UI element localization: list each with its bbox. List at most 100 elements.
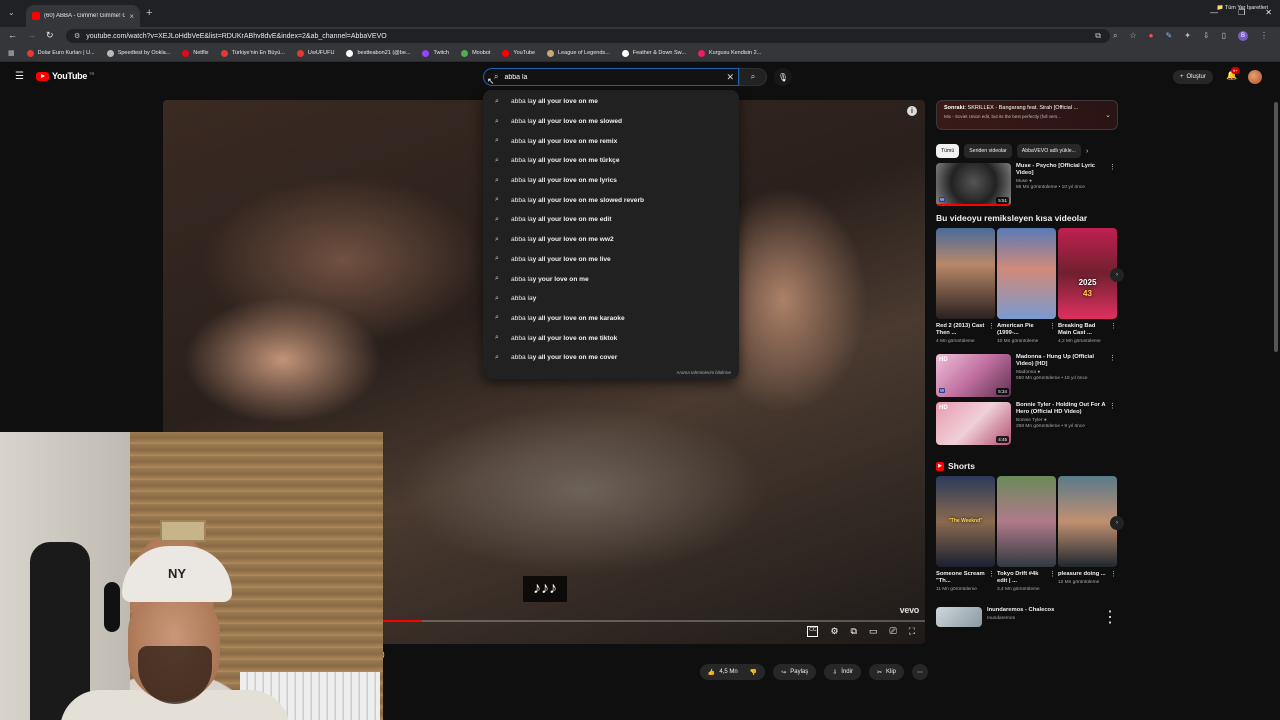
video-title[interactable]: Bonnie Tyler - Holding Out For A Hero (O… bbox=[1016, 402, 1118, 416]
search-suggestion[interactable]: ⌕ abba lay all your love on me edit bbox=[483, 210, 739, 230]
zoom-icon[interactable]: ⌕ bbox=[1113, 31, 1117, 41]
related-video-bonnie-tyler[interactable]: HD 4:45 Bonnie Tyler - Holding Out For A… bbox=[936, 402, 1118, 445]
more-vert-icon[interactable]: ⋮ bbox=[988, 323, 995, 337]
chip-all[interactable]: Tümü bbox=[936, 144, 960, 158]
search-suggestion[interactable]: ⌕ abba lay bbox=[483, 289, 739, 309]
report-predictions-link[interactable]: Arama tahminlerini bildirme bbox=[676, 370, 731, 375]
profile-avatar[interactable]: B bbox=[1238, 31, 1248, 41]
chip-uploads[interactable]: AbbaVEVO adlı yükle... bbox=[1016, 144, 1081, 158]
voice-search-button[interactable]: 🎙 bbox=[774, 68, 792, 86]
tab-close-icon[interactable]: × bbox=[129, 12, 134, 21]
video-thumbnail[interactable]: W 5:51 bbox=[936, 163, 1011, 206]
more-vert-icon[interactable]: ⋮ bbox=[988, 571, 995, 585]
more-vert-icon[interactable]: ⋮ bbox=[1049, 323, 1056, 337]
fullscreen-icon[interactable]: ⛶ bbox=[909, 626, 915, 637]
clip-button[interactable]: ✂ Klip bbox=[868, 664, 904, 680]
search-suggestion[interactable]: ⌕ abba lay all your love on me türkçe bbox=[483, 151, 739, 171]
search-suggestion[interactable]: ⌕ abba lay all your love on me cover bbox=[483, 348, 739, 368]
video-thumbnail[interactable] bbox=[936, 607, 982, 627]
more-actions-button[interactable]: ⋯ bbox=[912, 664, 928, 680]
video-title[interactable]: Madonna - Hung Up (Official Video) [HD] bbox=[1016, 354, 1118, 368]
extension-red-icon[interactable]: ● bbox=[1149, 31, 1154, 41]
theater-mode-icon[interactable]: ▭ bbox=[869, 626, 878, 637]
chevron-right-icon[interactable]: › bbox=[1086, 148, 1088, 155]
downloads-icon[interactable]: ⇩ bbox=[1203, 31, 1210, 41]
bookmark-item[interactable]: Dolar Euro Kurları | U... bbox=[26, 49, 95, 57]
settings-gear-icon[interactable]: ⚙ bbox=[830, 626, 838, 637]
shelf-next-arrow-icon[interactable]: › bbox=[1110, 516, 1124, 530]
browser-menu-icon[interactable]: ⋮ bbox=[1260, 31, 1268, 41]
browser-tab-active[interactable]: (60) ABBA - Gimme! Gimme! G... × bbox=[26, 5, 140, 27]
bookmark-item[interactable]: Twitch bbox=[422, 49, 449, 57]
bookmark-item[interactable]: League of Legends... bbox=[547, 49, 610, 57]
up-next-mix[interactable]: Sonraki: SKRILLEX - Bangarang feat. Sira… bbox=[936, 100, 1118, 130]
reload-icon[interactable]: ↻ bbox=[46, 30, 54, 41]
bookmark-item[interactable]: bestteabon21 (@be... bbox=[346, 49, 410, 57]
search-suggestion[interactable]: ⌕ abba lay all your love on me bbox=[483, 92, 739, 112]
search-suggestion[interactable]: ⌕ abba lay your love on me bbox=[483, 269, 739, 289]
clear-search-icon[interactable]: ✕ bbox=[726, 72, 734, 83]
video-channel[interactable]: Inundaremos bbox=[987, 616, 1097, 621]
search-suggestion[interactable]: ⌕ abba lay all your love on me slowed bbox=[483, 112, 739, 132]
related-video-inundaremos[interactable]: Inundaremos - Chalecos Inundaremos ⋮ bbox=[936, 607, 1118, 627]
more-vert-icon[interactable]: ⋮ bbox=[1109, 163, 1116, 171]
more-vert-icon[interactable]: ⋮ bbox=[1110, 323, 1117, 337]
like-button[interactable]: 👍 4,5 Mn 👎 bbox=[699, 664, 766, 680]
sidepanel-icon[interactable]: ▯ bbox=[1222, 31, 1226, 41]
short-card[interactable]: "The Weeknd" Someone Scream "Th... ⋮ 11 M… bbox=[936, 476, 995, 593]
youtube-logo[interactable]: YouTube TR bbox=[36, 71, 94, 81]
more-vert-icon[interactable]: ⋮ bbox=[1110, 571, 1117, 578]
bookmark-item[interactable]: Feather & Down Sw... bbox=[621, 49, 686, 57]
bookmark-item[interactable]: Speedtest by Ookla... bbox=[106, 49, 170, 57]
hamburger-menu-icon[interactable]: ☰ bbox=[15, 71, 24, 82]
page-scrollbar[interactable] bbox=[1274, 102, 1278, 352]
video-title[interactable]: Muse - Psycho [Official Lyric Video] bbox=[1016, 163, 1118, 177]
bookmark-item[interactable]: Netflix bbox=[182, 49, 209, 57]
shelf-next-arrow-icon[interactable]: › bbox=[1110, 268, 1124, 282]
video-thumbnail[interactable]: HD W 5:34 bbox=[936, 354, 1011, 397]
thumbs-down-icon[interactable]: 👎 bbox=[750, 669, 757, 676]
more-vert-icon[interactable]: ⋮ bbox=[1049, 571, 1056, 585]
info-icon[interactable]: i bbox=[907, 106, 917, 116]
back-icon[interactable]: ← bbox=[8, 30, 17, 41]
miniplayer-icon[interactable]: ⧉ bbox=[851, 626, 857, 637]
create-button[interactable]: + Oluştur bbox=[1173, 70, 1213, 84]
short-thumbnail[interactable] bbox=[997, 228, 1056, 319]
more-vert-icon[interactable]: ⋮ bbox=[1109, 402, 1116, 410]
video-channel[interactable]: Madonna ● bbox=[1016, 370, 1118, 375]
video-channel[interactable]: Muse ● bbox=[1016, 179, 1118, 184]
subtitles-icon[interactable]: CC bbox=[807, 626, 819, 637]
bookmark-item[interactable]: Moobot bbox=[461, 49, 490, 57]
new-tab-icon[interactable]: + bbox=[146, 7, 152, 19]
share-button[interactable]: ↪ Paylaş bbox=[773, 664, 817, 680]
bookmark-item[interactable]: YouTube bbox=[502, 49, 535, 57]
short-thumbnail[interactable] bbox=[936, 228, 995, 319]
install-app-icon[interactable]: ⧉ bbox=[1095, 31, 1101, 41]
short-card[interactable]: Red 2 (2013) Cast Then ... ⋮ 4 Mn görüntü… bbox=[936, 228, 995, 345]
video-thumbnail[interactable]: HD 4:45 bbox=[936, 402, 1011, 445]
chevron-down-icon[interactable]: ⌄ bbox=[1105, 111, 1111, 119]
search-suggestion[interactable]: ⌕ abba lay all your love on me lyrics bbox=[483, 171, 739, 191]
tab-search-icon[interactable]: ⌄ bbox=[8, 8, 15, 17]
search-input[interactable] bbox=[504, 73, 705, 81]
short-card[interactable]: pleasure doing ... ⋮ 12 Mn görüntüleme bbox=[1058, 476, 1117, 593]
bookmark-item[interactable]: UwUFUFU bbox=[296, 49, 334, 57]
search-suggestion[interactable]: ⌕ abba lay all your love on me remix bbox=[483, 131, 739, 151]
search-suggestion[interactable]: ⌕ abba lay all your love on me slowed rev… bbox=[483, 190, 739, 210]
bookmark-item[interactable]: Türkiye'nin En Büyü... bbox=[220, 49, 285, 57]
search-suggestion[interactable]: ⌕ abba lay all your love on me ww2 bbox=[483, 230, 739, 250]
related-video-madonna[interactable]: HD W 5:34 Madonna - Hung Up (Official Vi… bbox=[936, 354, 1118, 397]
short-thumbnail[interactable]: 2025 43 bbox=[1058, 228, 1117, 319]
video-channel[interactable]: Bonnie Tyler ● bbox=[1016, 418, 1118, 423]
bookmark-item[interactable]: Kurgusu Kendisin 2... bbox=[697, 49, 761, 57]
short-thumbnail[interactable] bbox=[1058, 476, 1117, 567]
bookmark-star-icon[interactable]: ☆ bbox=[1129, 31, 1136, 41]
search-suggestion[interactable]: ⌕ abba lay all your love on me tiktok bbox=[483, 328, 739, 348]
more-vert-icon[interactable]: ⋮ bbox=[1109, 354, 1116, 362]
short-thumbnail[interactable] bbox=[997, 476, 1056, 567]
short-card[interactable]: 2025 43 Breaking Bad Main Cast ... ⋮ 4,2 … bbox=[1058, 228, 1117, 345]
apps-grid-icon[interactable]: ▦ bbox=[8, 49, 15, 57]
address-bar[interactable]: ⚙ youtube.com/watch?v=XEJLoHdbVeE&list=R… bbox=[66, 29, 1110, 43]
download-button[interactable]: ⇩ İndir bbox=[824, 664, 861, 680]
search-suggestion[interactable]: ⌕ abba lay all your love on me karaoke bbox=[483, 309, 739, 329]
